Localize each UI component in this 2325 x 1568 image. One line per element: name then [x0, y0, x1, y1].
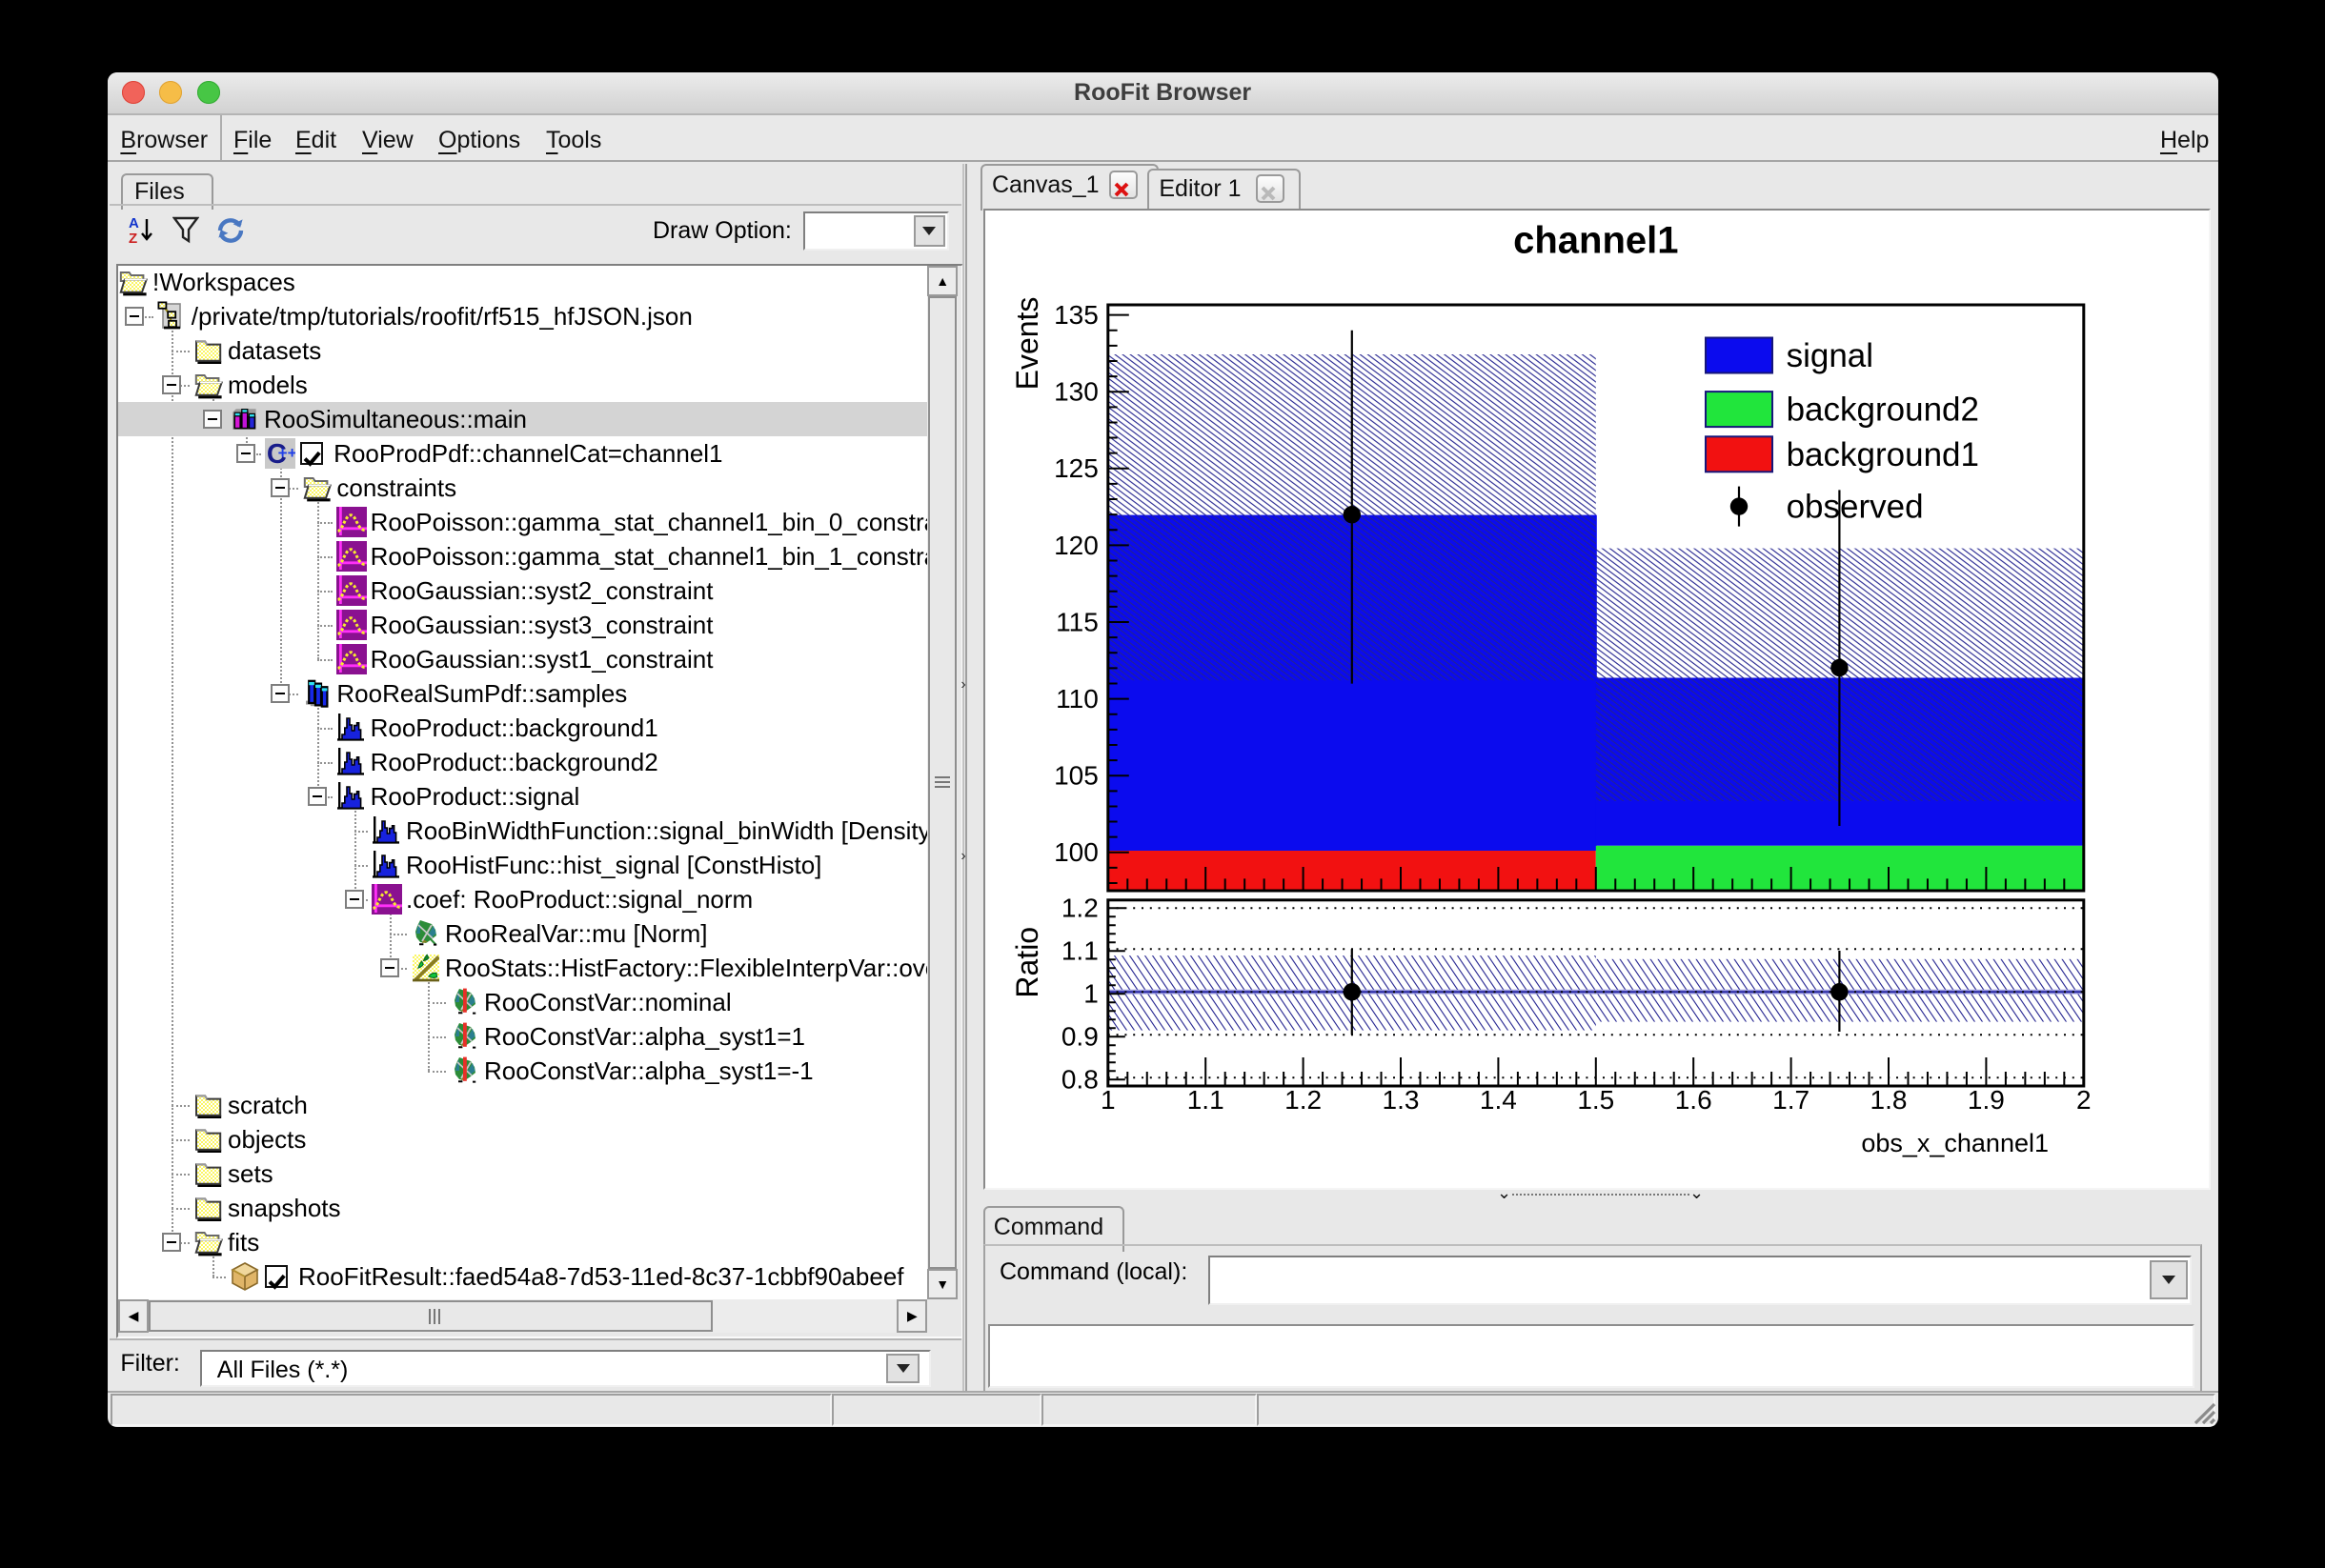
svg-text:1.3: 1.3 [1383, 1085, 1420, 1115]
svg-text:Z: Z [129, 231, 137, 244]
svg-text:115: 115 [1056, 608, 1099, 637]
svg-text:A: A [129, 215, 139, 231]
svg-text:1.1: 1.1 [1187, 1085, 1224, 1115]
svg-text:120: 120 [1054, 531, 1099, 560]
svg-text:1.9: 1.9 [1968, 1085, 2005, 1115]
svg-text:100: 100 [1054, 838, 1099, 868]
svg-text:1.2: 1.2 [1284, 1085, 1322, 1115]
svg-text:1.5: 1.5 [1577, 1085, 1614, 1115]
svg-text:1.8: 1.8 [1870, 1085, 1908, 1115]
svg-text:Events: Events [1010, 297, 1044, 391]
svg-text:0.9: 0.9 [1061, 1022, 1099, 1052]
svg-text:++: ++ [278, 444, 295, 462]
svg-text:2: 2 [2076, 1085, 2092, 1115]
svg-text:1: 1 [1083, 979, 1099, 1009]
svg-text:obs_x_channel1: obs_x_channel1 [1861, 1129, 2049, 1157]
svg-text:110: 110 [1056, 684, 1099, 714]
svg-text:1.4: 1.4 [1480, 1085, 1517, 1115]
svg-text:Ratio: Ratio [1010, 927, 1044, 998]
svg-text:channel1: channel1 [1513, 220, 1678, 262]
svg-text:signal: signal [1787, 337, 1873, 374]
svg-text:1.6: 1.6 [1675, 1085, 1712, 1115]
svg-text:1.1: 1.1 [1061, 936, 1099, 966]
svg-text:1.7: 1.7 [1772, 1085, 1809, 1115]
svg-text:background1: background1 [1787, 436, 1979, 473]
svg-text:0.8: 0.8 [1061, 1065, 1099, 1095]
svg-text:135: 135 [1054, 300, 1099, 330]
svg-text:105: 105 [1054, 761, 1099, 791]
svg-text:background2: background2 [1787, 392, 1979, 429]
svg-text:1.2: 1.2 [1061, 894, 1099, 923]
svg-text:130: 130 [1054, 377, 1099, 407]
svg-text:125: 125 [1054, 454, 1099, 484]
svg-text:1: 1 [1101, 1085, 1116, 1115]
svg-text:observed: observed [1787, 489, 1924, 526]
